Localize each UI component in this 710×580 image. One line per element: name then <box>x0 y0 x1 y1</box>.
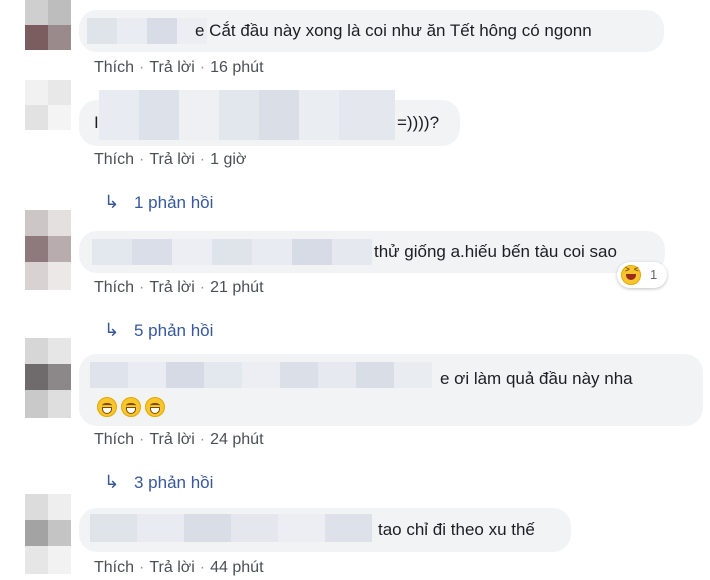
avatar[interactable] <box>25 210 71 290</box>
like-link[interactable]: Thích <box>94 431 134 448</box>
separator: · <box>139 279 145 296</box>
like-link[interactable]: Thích <box>94 559 134 576</box>
timestamp[interactable]: 44 phút <box>210 559 263 576</box>
comment-actions: Thích · Trả lời · 21 phút <box>94 279 264 297</box>
comment-text: thử giống a.hiếu bến tàu coi sao <box>374 242 617 261</box>
like-link[interactable]: Thích <box>94 151 134 168</box>
grinning-emoji-icon <box>145 396 165 417</box>
replies-count: 5 phản hồi <box>134 321 214 340</box>
comment-bubble: e ơi làm quả đầu này nha <box>79 354 703 426</box>
blurred-author-name <box>90 362 432 388</box>
view-replies-link[interactable]: ↳ 1 phản hồi <box>104 192 213 213</box>
reaction-count: 1 <box>650 267 658 282</box>
reply-arrow-icon: ↳ <box>104 192 120 212</box>
separator: · <box>199 559 206 576</box>
comment-actions: Thích · Trả lời · 24 phút <box>94 431 264 449</box>
comment-text: tao chỉ đi theo xu thế <box>378 520 535 539</box>
comment-actions: Thích · Trả lời · 44 phút <box>94 559 264 577</box>
blurred-author-name <box>92 239 372 265</box>
avatar[interactable] <box>25 494 71 574</box>
grinning-emoji-icon <box>121 396 141 417</box>
reaction-badge[interactable]: 1 <box>617 262 667 288</box>
avatar[interactable] <box>25 80 71 130</box>
like-link[interactable]: Thích <box>94 279 134 296</box>
timestamp[interactable]: 21 phút <box>210 279 263 296</box>
reply-link[interactable]: Trả lời <box>149 151 194 168</box>
timestamp[interactable]: 1 giờ <box>210 151 246 168</box>
avatar[interactable] <box>25 0 71 50</box>
reply-link[interactable]: Trả lời <box>149 559 194 576</box>
reply-link[interactable]: Trả lời <box>149 431 194 448</box>
separator: · <box>199 59 206 76</box>
comment-text: e Cắt đầu này xong là coi như ăn Tết hôn… <box>195 21 592 40</box>
blurred-author-name <box>87 18 207 44</box>
reply-link[interactable]: Trả lời <box>149 279 194 296</box>
replies-count: 1 phản hồi <box>134 193 214 212</box>
grinning-emoji-icon <box>97 396 117 417</box>
comment-bubble: I =))))? <box>79 90 460 146</box>
timestamp[interactable]: 24 phút <box>210 431 263 448</box>
blurred-author-name <box>99 90 395 140</box>
emoji-row <box>97 395 169 417</box>
avatar[interactable] <box>25 338 71 418</box>
view-replies-link[interactable]: ↳ 3 phản hồi <box>104 472 213 493</box>
reply-arrow-icon: ↳ <box>104 472 120 492</box>
laughing-emoji-icon <box>621 265 641 285</box>
separator: · <box>139 559 145 576</box>
separator: · <box>139 59 145 76</box>
reply-link[interactable]: Trả lời <box>149 59 194 76</box>
reply-arrow-icon: ↳ <box>104 320 120 340</box>
comment-actions: Thích · Trả lời · 1 giờ <box>94 151 246 169</box>
separator: · <box>199 279 206 296</box>
comment-actions: Thích · Trả lời · 16 phút <box>94 59 264 77</box>
comment-bubble: tao chỉ đi theo xu thế <box>79 508 571 552</box>
separator: · <box>199 151 206 168</box>
replies-count: 3 phản hồi <box>134 473 214 492</box>
comment-bubble: e Cắt đầu này xong là coi như ăn Tết hôn… <box>79 10 664 52</box>
view-replies-link[interactable]: ↳ 5 phản hồi <box>104 320 213 341</box>
blurred-author-name <box>90 514 372 542</box>
separator: · <box>139 431 145 448</box>
comment-bubble: thử giống a.hiếu bến tàu coi sao <box>79 231 665 273</box>
comment-text: e ơi làm quả đầu này nha <box>440 369 633 388</box>
separator: · <box>139 151 145 168</box>
comment-text: =))))? <box>397 113 440 132</box>
separator: · <box>199 431 206 448</box>
like-link[interactable]: Thích <box>94 59 134 76</box>
timestamp[interactable]: 16 phút <box>210 59 263 76</box>
